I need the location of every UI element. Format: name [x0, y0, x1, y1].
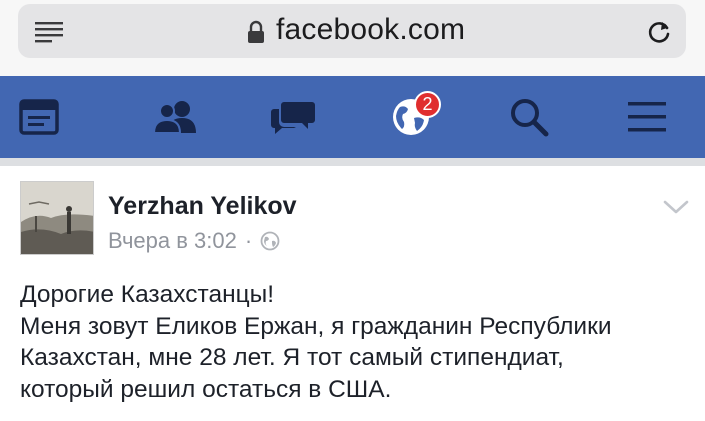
facebook-nav-bar [0, 76, 705, 158]
news-feed-icon [19, 99, 59, 135]
post-text-line: Казахстан, мне 28 лет. Я тот самый стипе… [20, 344, 564, 371]
nav-friend-requests[interactable] [153, 94, 199, 140]
reload-icon[interactable] [646, 19, 672, 45]
friends-icon [153, 101, 196, 134]
reader-view-icon[interactable] [35, 21, 63, 43]
browser-toolbar: facebook.com [0, 0, 705, 76]
post-timestamp[interactable]: Вчера в 3:02 [108, 228, 237, 254]
post-text-line: который решил остаться в США. [20, 375, 392, 403]
meta-separator: · [244, 228, 253, 253]
messages-icon [271, 102, 315, 134]
post-text-line: Дорогие Казахстанцы! [20, 281, 275, 308]
nav-search[interactable] [506, 94, 552, 140]
url-text[interactable]: facebook.com [276, 13, 465, 47]
feed-divider [0, 158, 705, 166]
post-body: Дорогие Казахстанцы! Меня зовут Еликов Е… [20, 279, 705, 405]
address-bar[interactable]: facebook.com [18, 4, 686, 58]
feed-post: Yerzhan Yelikov Вчера в 3:02 · Дорогие К… [0, 166, 705, 421]
notification-count-badge: 2 [414, 91, 441, 118]
chevron-down-icon[interactable] [662, 198, 690, 216]
nav-messages[interactable] [270, 94, 316, 140]
author-avatar[interactable] [20, 181, 94, 255]
public-globe-icon [260, 231, 280, 251]
nav-news-feed[interactable] [16, 94, 62, 140]
search-icon [511, 99, 549, 137]
post-author-name[interactable]: Yerzhan Yelikov [108, 192, 297, 221]
nav-menu[interactable] [624, 94, 670, 140]
post-text-line: Меня зовут Еликов Ержан, я гражданин Рес… [20, 312, 612, 340]
post-meta: Вчера в 3:02 · [108, 228, 280, 254]
lock-icon [248, 20, 264, 43]
hamburger-menu-icon [628, 102, 666, 132]
avatar-image [21, 182, 93, 254]
